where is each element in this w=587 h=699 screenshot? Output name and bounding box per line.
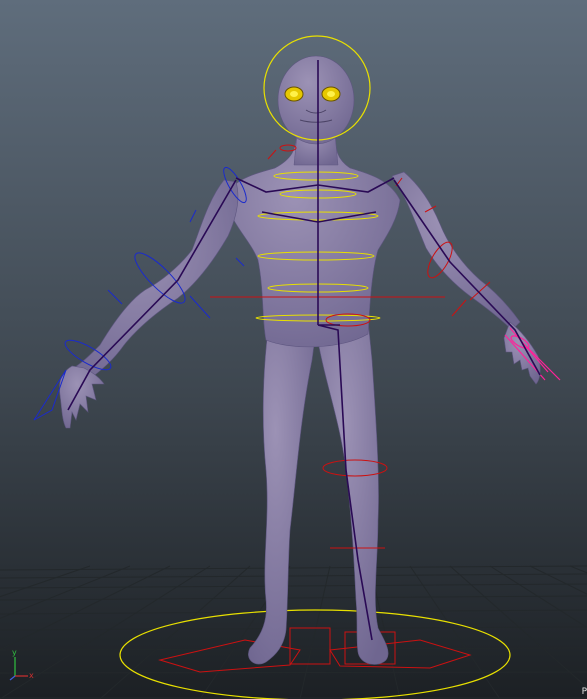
camera-label: P bbox=[581, 687, 587, 697]
axis-y-label: y bbox=[12, 648, 17, 657]
maya-3d-viewport[interactable]: y x P bbox=[0, 0, 587, 699]
character-head bbox=[277, 55, 355, 145]
axis-x-label: x bbox=[29, 671, 34, 680]
viewport-canvas[interactable]: y x bbox=[0, 0, 587, 699]
